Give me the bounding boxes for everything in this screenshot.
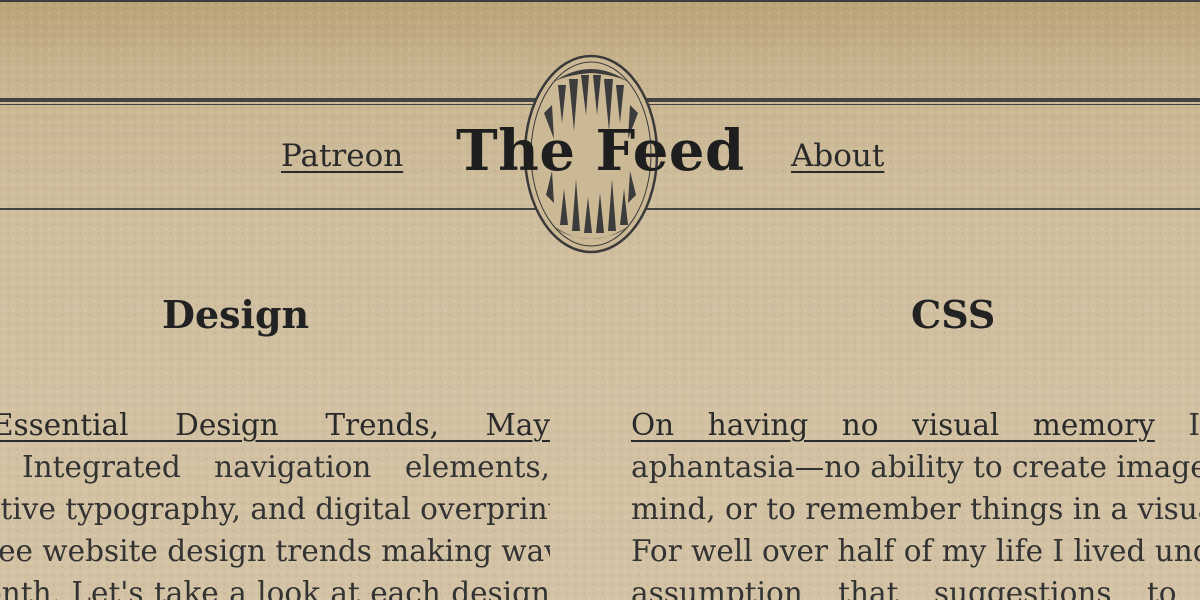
nav-link-patreon[interactable]: Patreon: [281, 138, 403, 174]
top-border: [0, 0, 1200, 2]
design-article-link[interactable]: Essential Design Trends, May: [0, 408, 550, 442]
css-article: On having no visual memory I aphantasia—…: [631, 404, 1200, 600]
design-article: Essential Design Trends, May Integrated …: [0, 404, 550, 600]
column-heading-design: Design: [162, 292, 310, 337]
design-article-line: Essential Design Trends, May: [0, 404, 550, 446]
css-article-line: assumption that suggestions to visu: [631, 576, 1200, 600]
design-article-line: onth. Let's take a look at each design: [0, 576, 550, 600]
site-title[interactable]: The Feed: [456, 118, 744, 184]
design-article-line: ree website design trends making waves: [0, 534, 550, 568]
css-article-link[interactable]: On having no visual memory: [631, 408, 1155, 442]
css-article-line: For well over half of my life I lived un…: [631, 534, 1200, 568]
page: Patreon The Feed About Design Essential …: [0, 0, 1200, 600]
design-article-line: Integrated navigation elements,: [22, 450, 550, 484]
column-heading-css: CSS: [911, 292, 996, 337]
nav-link-about[interactable]: About: [791, 138, 884, 174]
css-article-line: aphantasia—no ability to create images i: [631, 450, 1200, 484]
css-article-line: mind, or to remember things in a visual: [631, 492, 1200, 526]
css-article-line: On having no visual memory I: [631, 404, 1200, 446]
css-article-link-tail: I: [1188, 408, 1200, 442]
design-article-line: ctive typography, and digital overprints: [0, 492, 550, 526]
